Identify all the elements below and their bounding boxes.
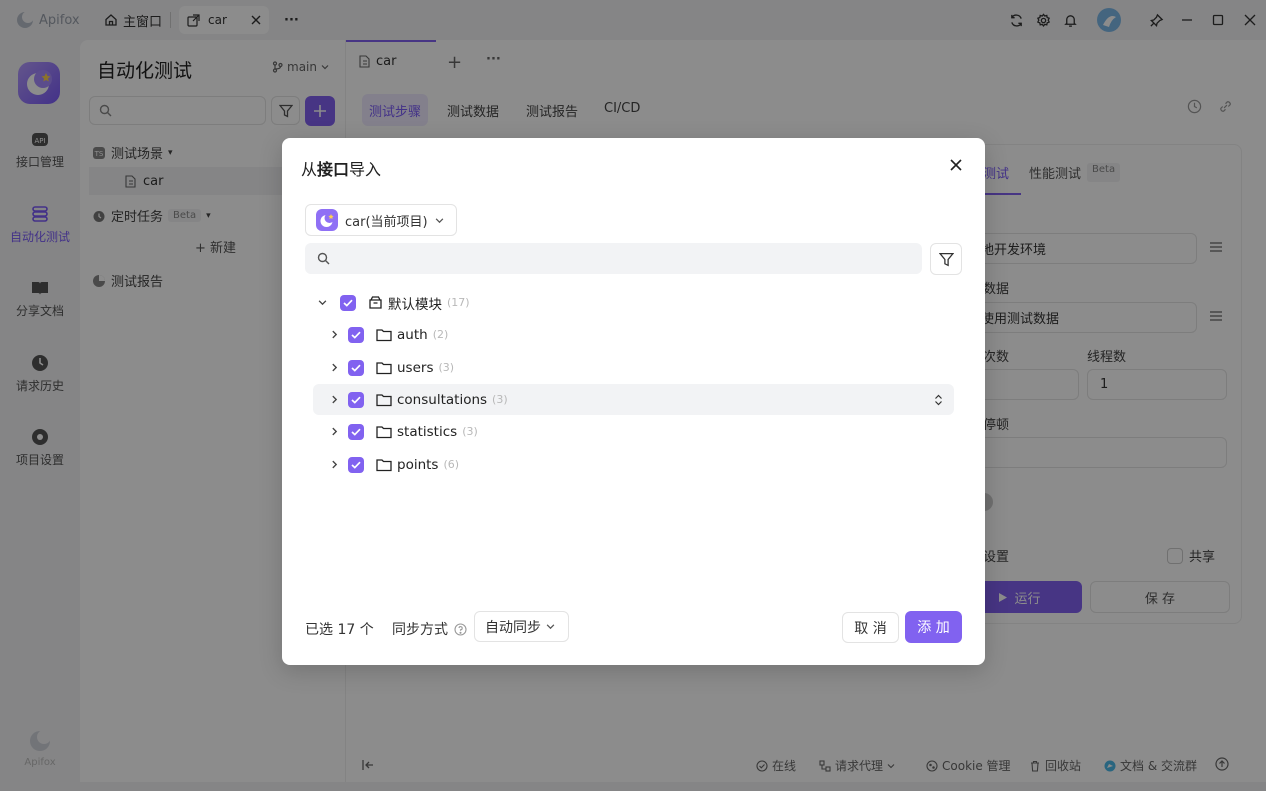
tree-row-count: (17) (447, 296, 470, 309)
tree-row-auth[interactable]: auth (2) (313, 319, 954, 350)
selected-count: 已选 17 个 (305, 622, 374, 638)
tree-row-statistics[interactable]: statistics (3) (313, 416, 954, 447)
cancel-button[interactable]: 取 消 (842, 612, 899, 643)
chevron-right-icon[interactable] (330, 330, 339, 339)
project-select[interactable]: car(当前项目) (305, 204, 457, 236)
tree-row-label: 默认模块 (388, 296, 442, 313)
sync-mode-label: 同步方式 (392, 619, 467, 639)
tree-row-users[interactable]: users (3) (313, 352, 954, 383)
folder-icon (376, 361, 392, 375)
tree-row-count: (3) (462, 425, 478, 438)
chevron-down-icon[interactable] (318, 298, 335, 307)
tree-row-label: statistics (397, 423, 458, 440)
folder-checkbox[interactable] (348, 423, 364, 440)
dialog-title-post: 导入 (349, 160, 382, 179)
folder-icon (376, 458, 392, 472)
sync-mode-value: 自动同步 (485, 619, 541, 636)
project-logo-icon (316, 209, 338, 231)
module-icon (368, 295, 383, 310)
tree-row-count: (3) (492, 393, 508, 406)
root-checkbox[interactable] (340, 294, 356, 311)
chevron-down-icon (546, 622, 555, 631)
tree-row-label: points (397, 456, 439, 473)
help-icon[interactable] (454, 622, 467, 636)
chevron-down-icon (435, 216, 444, 225)
add-button[interactable]: 添 加 (905, 611, 962, 643)
chevron-right-icon[interactable] (330, 460, 339, 469)
filter-icon (938, 252, 954, 267)
folder-checkbox[interactable] (348, 359, 364, 376)
chevron-right-icon[interactable] (330, 363, 339, 372)
dialog-title: 从接口导入 (301, 156, 381, 180)
dialog-title-bold: 接口 (317, 160, 350, 179)
dialog-title-pre: 从 (301, 160, 318, 179)
search-icon (317, 252, 330, 265)
chevron-right-icon[interactable] (330, 427, 339, 436)
folder-icon (376, 328, 392, 342)
tree-row-label: consultations (397, 391, 488, 408)
project-select-label: car(当前项目) (345, 214, 428, 230)
sync-label-text: 同步方式 (392, 622, 448, 638)
tree-row-count: (2) (432, 328, 449, 341)
folder-checkbox[interactable] (348, 456, 364, 473)
tree-row-count: (6) (443, 458, 460, 471)
tree-row-label: users (397, 359, 434, 376)
folder-icon (376, 393, 392, 407)
tree-row-label: auth (397, 326, 428, 343)
import-from-api-dialog: 从接口导入 car(当前项目) 默认模块 (17) auth (2) users… (282, 138, 985, 665)
tree-row-count: (3) (438, 361, 455, 374)
tree-row-root[interactable]: 默认模块 (17) (313, 287, 954, 318)
folder-icon (376, 425, 392, 439)
sync-mode-select[interactable]: 自动同步 (474, 611, 569, 642)
folder-checkbox[interactable] (348, 326, 364, 343)
tree-search-input[interactable] (305, 243, 922, 274)
close-dialog-icon[interactable] (950, 159, 962, 171)
chevron-right-icon[interactable] (330, 395, 339, 404)
expand-collapse-icon[interactable] (934, 394, 943, 406)
folder-checkbox[interactable] (348, 391, 364, 408)
tree-filter-button[interactable] (930, 243, 962, 275)
tree-row-consultations[interactable]: consultations (3) (313, 384, 954, 415)
tree-row-points[interactable]: points (6) (313, 449, 954, 480)
